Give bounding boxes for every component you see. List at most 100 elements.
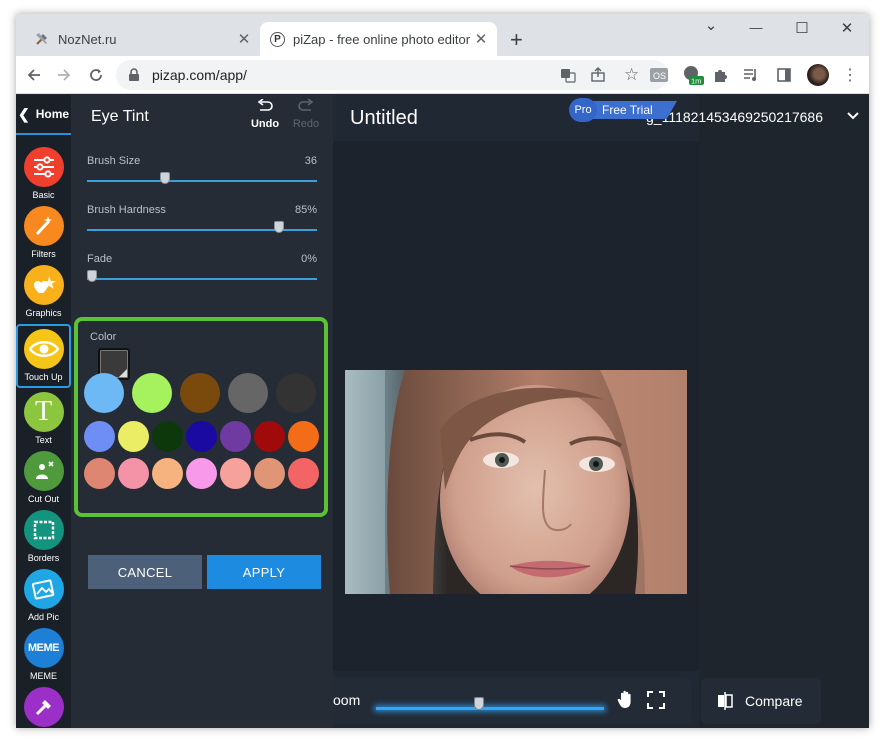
tool-text[interactable]: T Text <box>16 392 71 452</box>
slider-thumb[interactable] <box>159 172 170 184</box>
brush-size-slider[interactable]: Brush Size 36 <box>87 155 317 195</box>
tool-touch-up[interactable]: Touch Up <box>16 324 71 388</box>
color-swatch[interactable] <box>254 458 285 489</box>
tab-strip: NozNet.ru ✕ P piZap - free online photo … <box>16 14 869 56</box>
maximize-button[interactable]: ☐ <box>787 19 817 37</box>
color-swatch[interactable] <box>276 373 316 413</box>
tool-cut-out[interactable]: Cut Out <box>16 451 71 511</box>
translate-icon[interactable] <box>560 67 576 86</box>
border-icon <box>23 510 64 550</box>
tab-title: piZap - free online photo editor - <box>293 31 471 47</box>
media-control-icon[interactable] <box>741 65 761 85</box>
tool-basic[interactable]: Basic <box>16 147 71 207</box>
kebab-menu-icon[interactable]: ⋮ <box>840 65 860 85</box>
compare-icon <box>718 692 733 710</box>
color-swatch[interactable] <box>220 458 251 489</box>
tool-filters[interactable]: Filters <box>16 206 71 266</box>
color-swatch[interactable] <box>118 421 149 452</box>
redo-button[interactable]: Redo <box>288 98 324 130</box>
color-swatch[interactable] <box>186 458 217 489</box>
hand-icon[interactable] <box>616 689 636 714</box>
url-text: pizap.com/app/ <box>152 67 247 83</box>
slider-value: 0% <box>301 253 317 265</box>
color-swatch[interactable] <box>254 421 285 452</box>
color-swatch[interactable] <box>84 373 124 413</box>
chevron-down-icon[interactable] <box>845 108 861 129</box>
tool-borders[interactable]: Borders <box>16 510 71 570</box>
apply-button[interactable]: APPLY <box>207 555 321 589</box>
graphics-icon <box>23 265 64 305</box>
pizap-app: ❮ Home Basic Filters Graphics Touch Up T… <box>16 95 869 728</box>
fullscreen-icon[interactable] <box>647 691 665 714</box>
bookmark-star-icon[interactable]: ☆ <box>624 65 639 85</box>
fade-slider[interactable]: Fade 0% <box>87 253 317 293</box>
color-swatch[interactable] <box>180 373 220 413</box>
color-swatch[interactable] <box>152 421 183 452</box>
brush-hardness-slider[interactable]: Brush Hardness 85% <box>87 204 317 244</box>
extension-icon[interactable]: OS <box>649 65 669 85</box>
photo-canvas[interactable] <box>345 370 687 594</box>
color-swatch[interactable] <box>228 373 268 413</box>
back-button[interactable] <box>22 63 46 87</box>
share-icon[interactable] <box>590 67 606 86</box>
timer-extension-icon[interactable]: 1m <box>680 65 706 86</box>
color-swatch[interactable] <box>118 458 149 489</box>
cancel-button[interactable]: CANCEL <box>88 555 202 589</box>
free-trial-label: Free Trial <box>591 101 677 119</box>
tool-add-pic[interactable]: Add Pic <box>16 569 71 629</box>
slider-track[interactable] <box>87 278 317 280</box>
color-swatch[interactable] <box>288 458 319 489</box>
new-tab-button[interactable]: + <box>510 27 523 53</box>
color-label: Color <box>90 331 117 343</box>
tool-meme[interactable]: MEME MEME <box>16 628 71 688</box>
tool-sidebar: ❮ Home Basic Filters Graphics Touch Up T… <box>16 95 71 728</box>
slider-label: Brush Size <box>87 155 141 167</box>
tools-icon <box>34 31 50 47</box>
tab-pizap[interactable]: P piZap - free online photo editor - ✕ <box>260 22 497 56</box>
color-swatch[interactable] <box>84 421 115 452</box>
zoom-slider-thumb[interactable] <box>474 697 485 710</box>
forward-button[interactable] <box>52 63 76 87</box>
window-close-button[interactable]: ✕ <box>832 19 862 37</box>
home-button[interactable]: ❮ Home <box>16 95 71 135</box>
color-swatch[interactable] <box>186 421 217 452</box>
sliders-icon <box>23 147 64 187</box>
reload-button[interactable] <box>84 63 108 87</box>
tool-label: Add Pic <box>27 612 60 622</box>
editor-stage: Untitled oom <box>333 95 699 728</box>
side-panel-icon[interactable] <box>774 65 794 85</box>
tool-paint[interactable] <box>16 687 71 728</box>
zoom-slider-track[interactable] <box>376 707 604 710</box>
color-picker-section: Color <box>74 317 328 517</box>
close-icon[interactable]: ✕ <box>234 30 254 48</box>
slider-thumb[interactable] <box>274 221 284 233</box>
tool-graphics[interactable]: Graphics <box>16 265 71 325</box>
color-swatch[interactable] <box>220 421 251 452</box>
compare-button[interactable]: Compare <box>701 678 821 724</box>
panel-title: Eye Tint <box>91 108 149 125</box>
browser-window: NozNet.ru ✕ P piZap - free online photo … <box>16 14 869 728</box>
document-title[interactable]: Untitled <box>350 107 418 130</box>
slider-thumb[interactable] <box>87 270 97 282</box>
minimize-button[interactable]: — <box>741 20 771 35</box>
color-swatch[interactable] <box>288 421 319 452</box>
cutout-icon <box>23 451 64 491</box>
color-swatch[interactable] <box>132 373 172 413</box>
color-swatch[interactable] <box>152 458 183 489</box>
pro-free-trial-badge[interactable]: Free Trial Pro <box>569 98 677 122</box>
canvas-area[interactable] <box>333 141 699 671</box>
puzzle-icon[interactable] <box>710 65 730 85</box>
zoom-bar: oom <box>333 678 691 724</box>
chevron-left-icon: ❮ <box>18 105 30 122</box>
portrait-photo <box>345 370 687 594</box>
tab-search-button[interactable]: ⌄ <box>696 16 726 34</box>
slider-track[interactable] <box>87 180 317 182</box>
undo-button[interactable]: Undo <box>247 98 283 130</box>
tool-label: Basic <box>32 190 55 200</box>
profile-avatar[interactable] <box>806 63 830 87</box>
address-bar[interactable]: pizap.com/app/ ☆ <box>116 60 668 90</box>
close-icon[interactable]: ✕ <box>471 30 491 48</box>
tab-noznet[interactable]: NozNet.ru ✕ <box>24 22 260 56</box>
color-swatch[interactable] <box>84 458 115 489</box>
right-column: Free Trial Pro g_111821453469250217686 C… <box>569 95 869 728</box>
